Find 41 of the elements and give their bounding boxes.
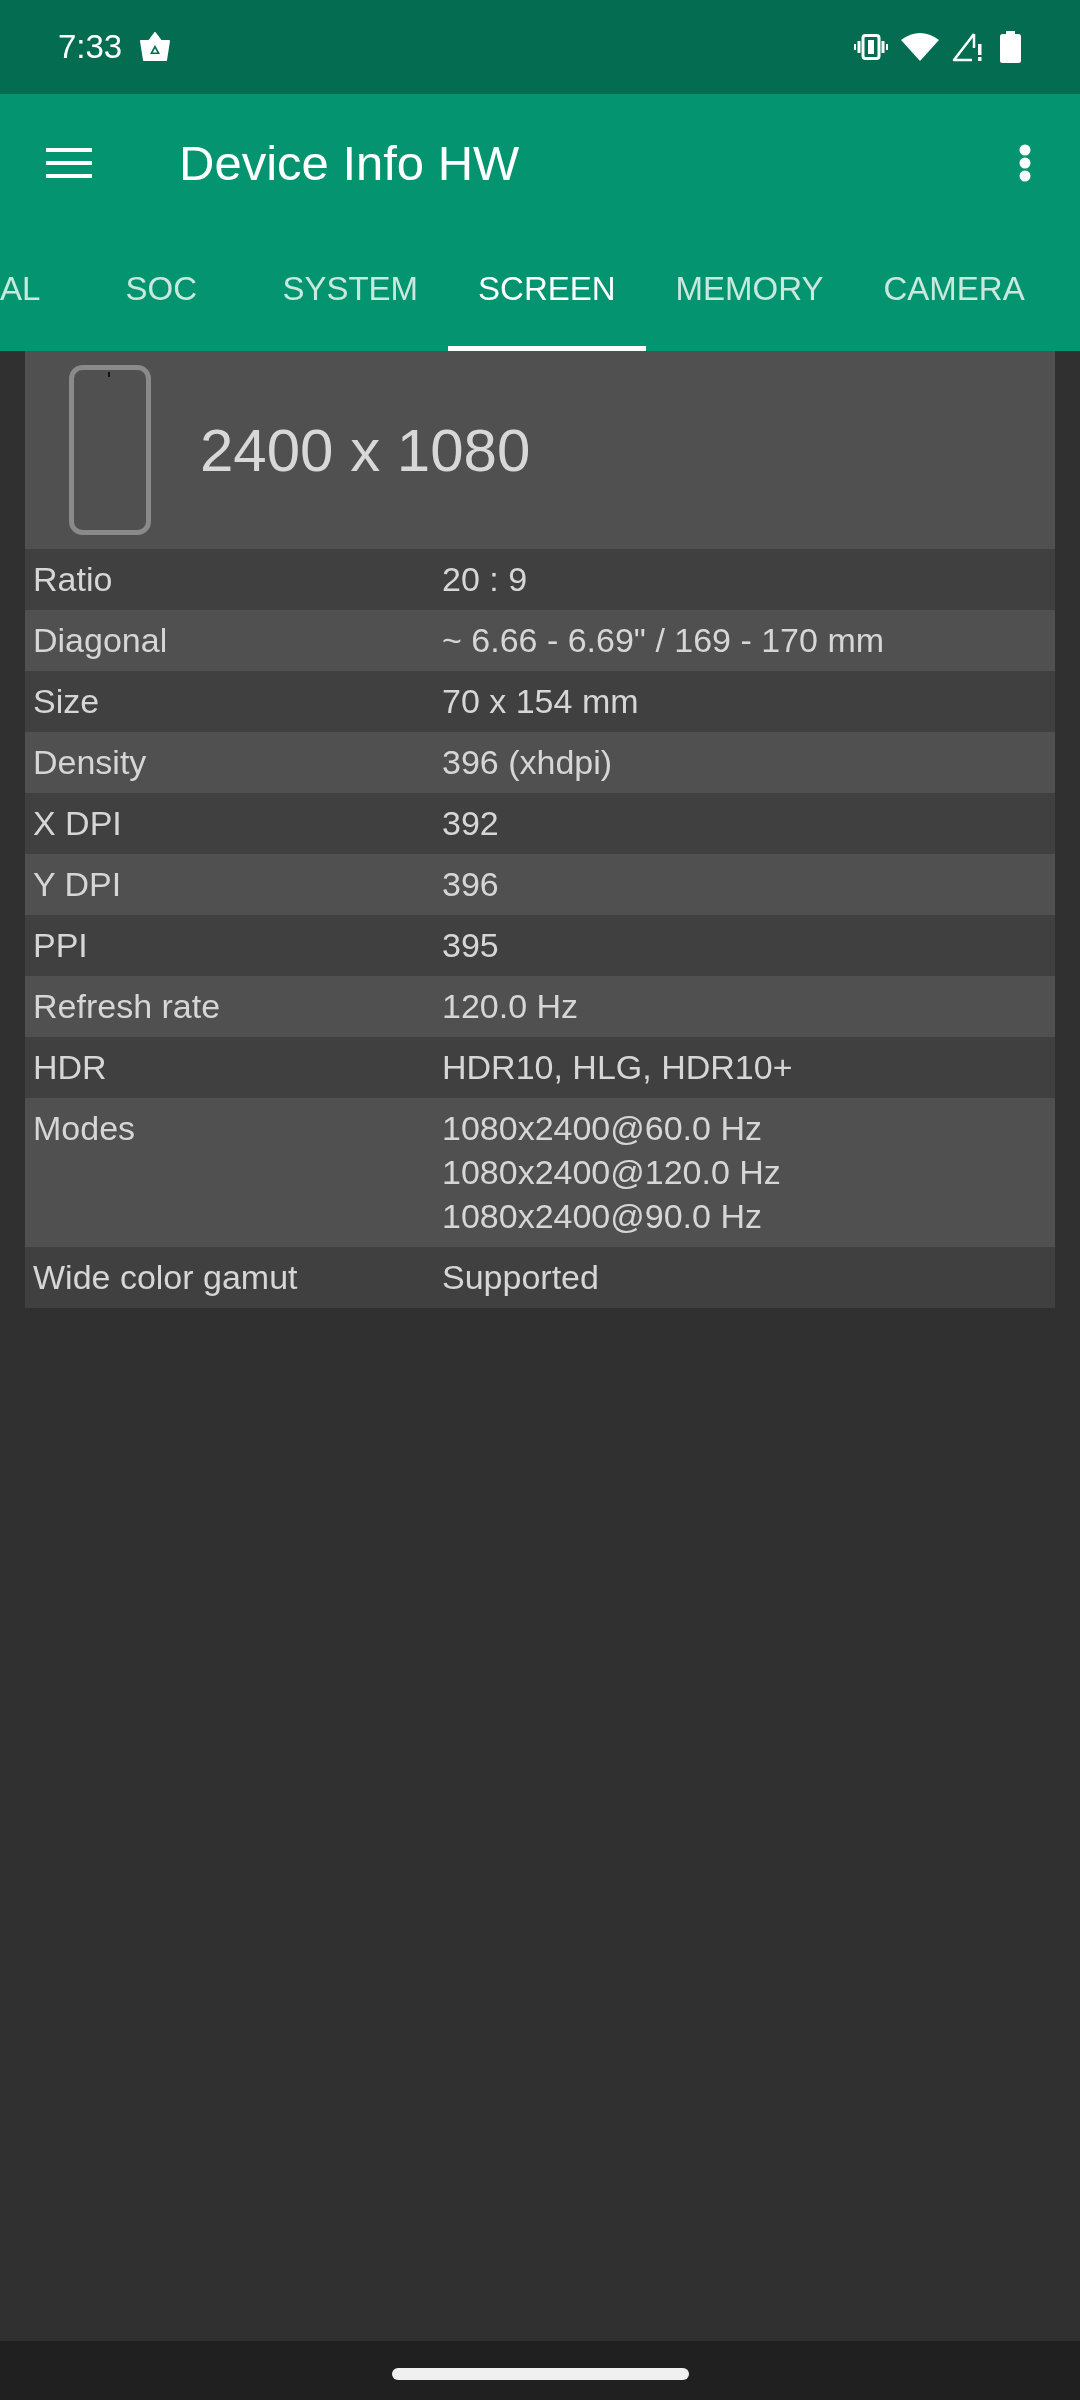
row-label: X DPI: [33, 803, 123, 844]
row-label: Ratio: [33, 559, 114, 600]
row-label: Refresh rate: [33, 986, 222, 1027]
row-label: HDR: [33, 1047, 108, 1088]
more-icon: [1019, 143, 1031, 182]
row-value: 392: [442, 803, 499, 844]
row-value: 70 x 154 mm: [442, 681, 639, 722]
row-label: Density: [33, 742, 148, 783]
tab[interactable]: MEMORY: [645, 231, 854, 351]
tab[interactable]: CAMERA: [853, 231, 1055, 351]
signal-icon: [952, 32, 983, 62]
row-label: Y DPI: [33, 864, 123, 905]
row-value: 20 : 9: [442, 559, 528, 600]
row-label: Diagonal: [33, 620, 169, 661]
row-value: 1080x2400@90.0 Hz: [442, 1196, 762, 1237]
phone-icon: [69, 365, 151, 535]
row-value: 1080x2400@60.0 Hz: [442, 1108, 762, 1149]
resolution-text: 2400 x 1080: [200, 415, 531, 485]
wifi-icon: [901, 33, 939, 61]
row-label: Wide color gamut: [33, 1257, 299, 1298]
row-value: 395: [442, 925, 499, 966]
row-value: ~ 6.66 - 6.69" / 169 - 170 mm: [442, 620, 885, 661]
row-value: 396 (xhdpi): [442, 742, 613, 783]
row-label: PPI: [33, 925, 89, 966]
row-value: 396: [442, 864, 499, 905]
status-time: 7:33: [58, 28, 123, 66]
app-title: Device Info HW: [179, 134, 521, 191]
row-value: 1080x2400@120.0 Hz: [442, 1152, 781, 1193]
menu-icon: [46, 147, 92, 178]
basket-icon: [138, 32, 173, 62]
tab[interactable]: SOC: [70, 231, 253, 351]
vibrate-icon: [854, 34, 888, 60]
row-value: HDR10, HLG, HDR10+: [442, 1047, 793, 1088]
tab[interactable]: SYSTEM: [252, 231, 449, 351]
row-label: Modes: [33, 1108, 137, 1149]
row-label: Size: [33, 681, 101, 722]
battery-icon: [1000, 31, 1021, 63]
tab[interactable]: AL: [0, 231, 71, 351]
row-value: Supported: [442, 1257, 599, 1298]
home-handle[interactable]: [391, 2368, 689, 2380]
row-value: 120.0 Hz: [442, 986, 579, 1027]
